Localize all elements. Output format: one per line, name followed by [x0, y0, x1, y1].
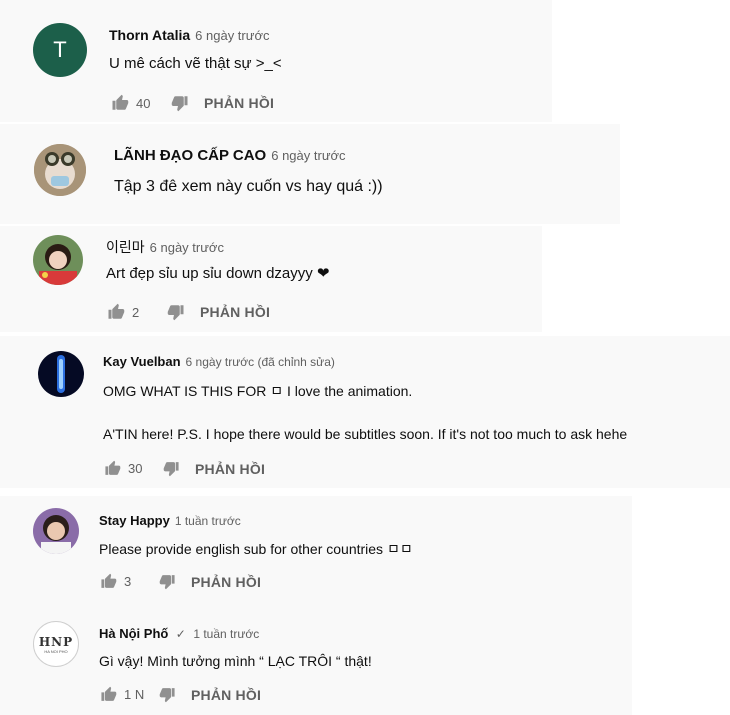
- author-name[interactable]: 이린마: [106, 239, 145, 255]
- like-count: 30: [128, 461, 143, 476]
- like-count: 1 N: [124, 687, 145, 702]
- comment-time[interactable]: 6 ngày trước: [150, 240, 224, 255]
- channel-logo-text: HNP: [38, 634, 74, 649]
- comment-text: Art đẹp sỉu up sỉu down dzayyy ❤: [106, 265, 330, 282]
- avatar[interactable]: [34, 144, 86, 196]
- channel-logo-subtext: HA NOI PHO: [44, 648, 68, 654]
- comment-actions: 30 PHẢN HỒI: [103, 460, 265, 477]
- comment-text: U mê cách vẽ thật sự >_<: [109, 55, 282, 72]
- reply-button[interactable]: PHẢN HỒI: [191, 687, 261, 703]
- comment-header: 이린마 6 ngày trước: [106, 237, 224, 257]
- comment-actions: 1 N PHẢN HỒI: [99, 686, 261, 703]
- comment-header: LÃNH ĐẠO CẤP CAO 6 ngày trước: [114, 147, 346, 165]
- author-name[interactable]: Thorn Atalia: [109, 27, 190, 43]
- comment-header: Kay Vuelban 6 ngày trước (đã chỉnh sửa): [103, 353, 335, 371]
- avatar[interactable]: [33, 508, 79, 554]
- reply-button[interactable]: PHẢN HỒI: [200, 304, 270, 320]
- avatar-letter: T: [53, 37, 67, 62]
- comment-time[interactable]: 6 ngày trước (đã chỉnh sửa): [186, 355, 335, 369]
- thumb-up-icon[interactable]: [99, 686, 118, 703]
- avatar[interactable]: HNP HA NOI PHO: [33, 621, 79, 667]
- thumb-up-icon[interactable]: [103, 460, 122, 477]
- thumb-down-icon[interactable]: [162, 460, 181, 477]
- comment-header: Stay Happy 1 tuần trước: [99, 512, 241, 530]
- thumb-up-icon[interactable]: [106, 303, 126, 321]
- comment-actions: 3 PHẢN HỒI: [99, 573, 261, 590]
- reply-button[interactable]: PHẢN HỒI: [191, 574, 261, 590]
- comment-text: Gì vậy! Mình tưởng mình “ LẠC TRÔI “ thậ…: [99, 653, 372, 669]
- reply-button[interactable]: PHẢN HỒI: [204, 95, 274, 111]
- like-count: 40: [136, 95, 151, 111]
- comment-header: Hà Nội Phố ✓ 1 tuần trước: [99, 625, 259, 643]
- thumb-up-icon[interactable]: [99, 573, 118, 590]
- like-count: 2: [132, 304, 140, 320]
- author-name[interactable]: Hà Nội Phố: [99, 626, 168, 641]
- author-name[interactable]: LÃNH ĐẠO CẤP CAO: [114, 147, 266, 164]
- comment-text: Please provide english sub for other cou…: [99, 541, 413, 557]
- comment-actions: 2 PHẢN HỒI: [106, 303, 270, 321]
- comment-time[interactable]: 1 tuần trước: [193, 627, 259, 641]
- comment-time[interactable]: 6 ngày trước: [271, 148, 345, 163]
- avatar-image: [33, 508, 79, 554]
- author-name[interactable]: Stay Happy: [99, 513, 170, 528]
- avatar-image: [38, 351, 84, 397]
- author-name[interactable]: Kay Vuelban: [103, 354, 181, 369]
- comment-text-line-2: A'TIN here! P.S. I hope there would be s…: [103, 426, 628, 442]
- comment-card-bg: [0, 124, 620, 224]
- reply-button[interactable]: PHẢN HỒI: [195, 461, 265, 477]
- thumb-down-icon[interactable]: [158, 686, 177, 703]
- like-count: 3: [124, 574, 132, 589]
- comment-time[interactable]: 6 ngày trước: [195, 28, 269, 43]
- thumb-down-icon[interactable]: [166, 303, 186, 321]
- comment-text: OMG WHAT IS THIS FOR ㅁ I love the animat…: [103, 383, 413, 399]
- thumb-down-icon[interactable]: [170, 94, 190, 112]
- avatar-image: [34, 144, 86, 196]
- avatar[interactable]: [38, 351, 84, 397]
- avatar[interactable]: T: [33, 23, 87, 77]
- check-icon: ✓: [175, 627, 186, 641]
- comment-actions: 40 PHẢN HỒI: [110, 94, 274, 112]
- avatar[interactable]: [33, 235, 83, 285]
- thumb-down-icon[interactable]: [158, 573, 177, 590]
- thumb-up-icon[interactable]: [110, 94, 130, 112]
- comment-text: Tập 3 đê xem này cuốn vs hay quá :)): [114, 178, 383, 195]
- comment-header: Thorn Atalia 6 ngày trước: [109, 27, 269, 45]
- avatar-image: [33, 235, 83, 285]
- comment-time[interactable]: 1 tuần trước: [175, 514, 241, 528]
